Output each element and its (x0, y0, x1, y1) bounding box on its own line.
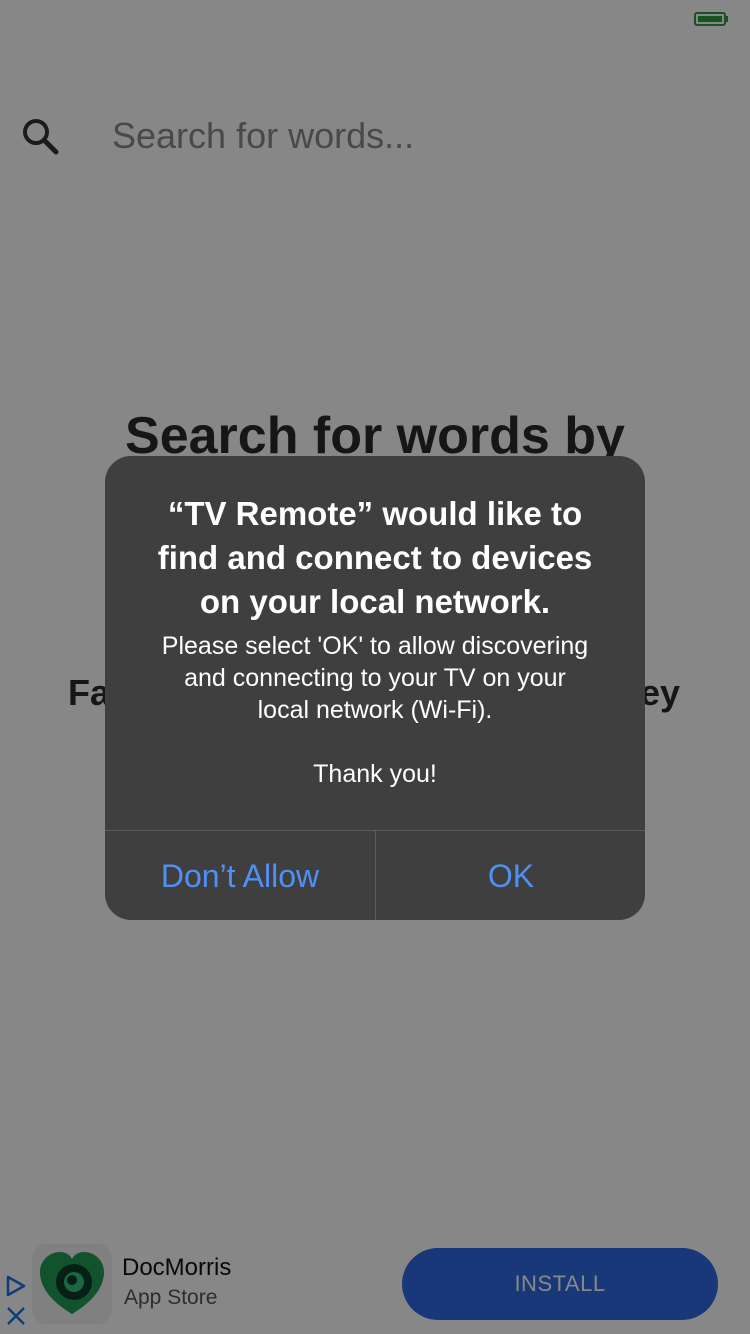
ok-button[interactable]: OK (376, 831, 645, 920)
dont-allow-button[interactable]: Don’t Allow (105, 831, 375, 920)
app-screen: Search for words by Fa ey DocMorris App … (0, 0, 750, 1334)
permission-alert-dialog: “TV Remote” would like to find and conne… (105, 456, 645, 920)
alert-message: Please select 'OK' to allow discovering … (161, 632, 589, 788)
alert-actions: Don’t Allow OK (105, 830, 645, 920)
alert-title: “TV Remote” would like to find and conne… (157, 495, 593, 620)
